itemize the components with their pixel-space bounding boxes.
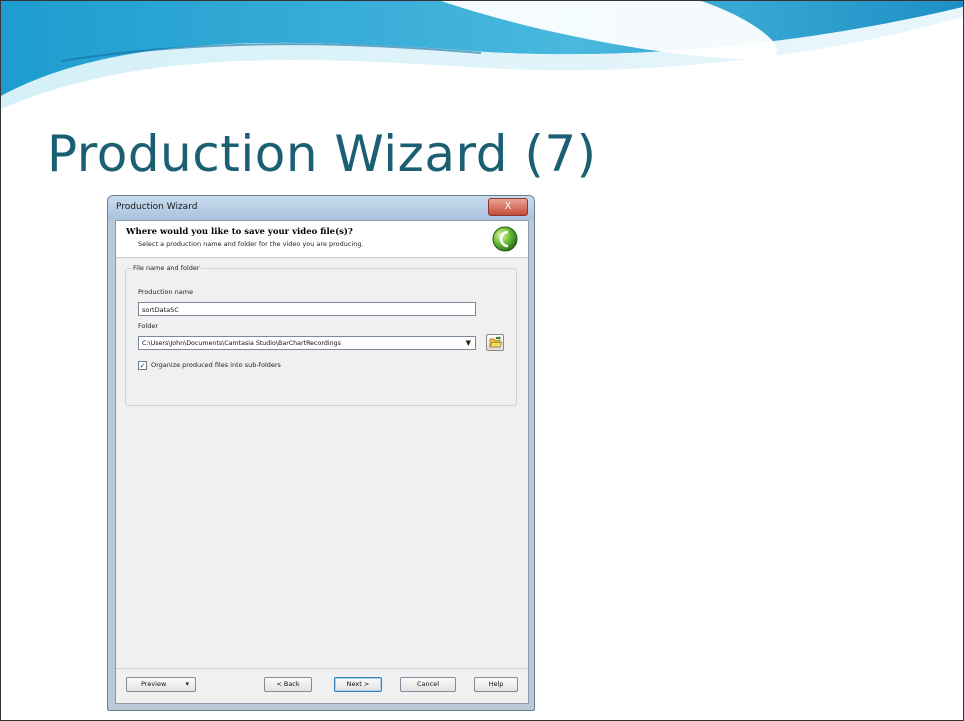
help-button[interactable]: Help [474,677,518,692]
wizard-step-subtitle: Select a production name and folder for … [138,240,364,248]
preview-button-label: Preview [141,680,167,688]
back-button[interactable]: < Back [264,677,312,692]
window-title: Production Wizard [116,202,198,212]
slide: Production Wizard (7) Production Wizard … [0,0,964,721]
folder-select[interactable]: C:\Users\John\Documents\Camtasia Studio\… [138,336,476,350]
production-wizard-window: Production Wizard X Where would you like… [107,195,535,711]
close-button[interactable]: X [488,198,528,216]
wizard-step-title: Where would you like to save your video … [126,227,353,237]
organize-subfolders-label[interactable]: Organize produced files into sub-folders [151,361,281,369]
preview-button[interactable]: Preview ▾ [126,677,196,692]
chevron-down-icon: ▾ [185,680,189,688]
window-titlebar[interactable]: Production Wizard X [108,196,534,220]
chevron-down-icon[interactable]: ▼ [466,337,471,349]
wizard-client-area: Where would you like to save your video … [115,220,529,704]
production-name-input[interactable]: sortDataSC [138,302,476,316]
production-name-label: Production name [138,288,194,296]
wizard-header: Where would you like to save your video … [116,221,528,258]
folder-label: Folder [138,322,159,330]
next-button[interactable]: Next > [334,677,382,692]
slide-title: Production Wizard (7) [47,125,597,183]
cancel-button[interactable]: Cancel [400,677,456,692]
camtasia-logo-icon [492,226,518,252]
browse-folder-button[interactable] [486,334,504,351]
folder-open-icon [489,336,503,348]
footer-divider [116,668,528,669]
group-label: File name and folder [132,264,201,272]
organize-subfolders-checkbox[interactable]: ✓ [138,361,147,370]
folder-path-value: C:\Users\John\Documents\Camtasia Studio\… [142,340,341,347]
